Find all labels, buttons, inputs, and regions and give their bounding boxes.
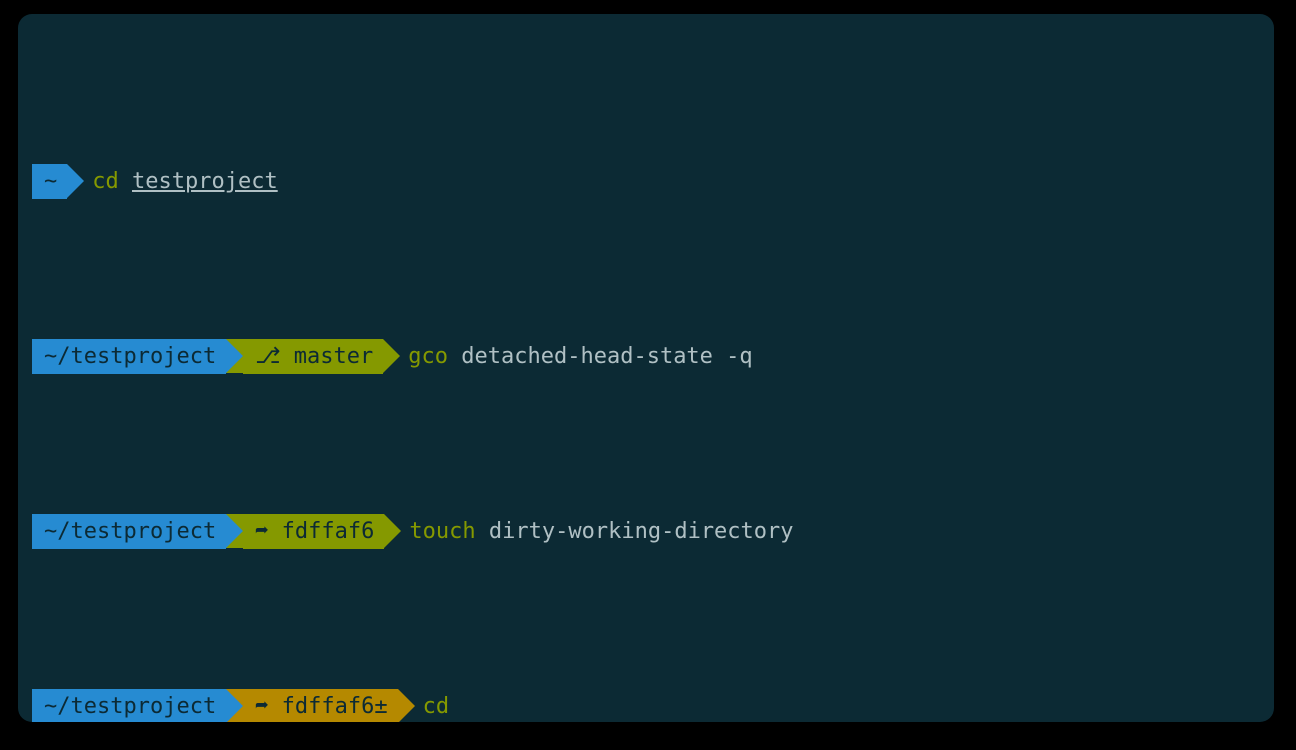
detached-icon: ➦ bbox=[255, 514, 268, 549]
prompt-line: ~/testproject ➦ fdffaf6± cd bbox=[32, 689, 1274, 722]
path-segment: ~/testproject bbox=[32, 689, 226, 722]
powerline-arrow-icon bbox=[226, 514, 243, 548]
powerline-arrow-icon bbox=[226, 689, 243, 722]
powerline-arrow-icon bbox=[398, 689, 415, 722]
git-segment: ➦ fdffaf6 bbox=[243, 514, 384, 549]
prompt-line: ~/testproject ➦ fdffaf6 touch dirty-work… bbox=[32, 514, 1274, 549]
powerline-arrow-icon bbox=[383, 339, 400, 373]
git-dirty-segment: ➦ fdffaf6± bbox=[243, 689, 397, 722]
powerline-arrow-icon bbox=[67, 164, 84, 198]
path-segment: ~/testproject bbox=[32, 339, 226, 374]
command-text: cd testproject bbox=[84, 164, 277, 199]
command-text: cd bbox=[415, 689, 450, 722]
branch-icon: ⎇ bbox=[255, 339, 280, 374]
powerline-arrow-icon bbox=[384, 514, 401, 548]
detached-icon: ➦ bbox=[255, 689, 268, 722]
git-segment: ⎇ master bbox=[243, 339, 383, 374]
path-segment: ~/testproject bbox=[32, 514, 226, 549]
prompt-line: ~/testproject ⎇ master gco detached-head… bbox=[32, 339, 1274, 374]
powerline-arrow-icon bbox=[226, 339, 243, 373]
command-text: gco detached-head-state -q bbox=[400, 339, 752, 374]
path-segment: ~ bbox=[32, 164, 67, 199]
command-text: touch dirty-working-directory bbox=[401, 514, 793, 549]
prompt-line: ~ cd testproject bbox=[32, 164, 1274, 199]
terminal-window[interactable]: ~ cd testproject ~/testproject ⎇ master … bbox=[18, 14, 1274, 722]
